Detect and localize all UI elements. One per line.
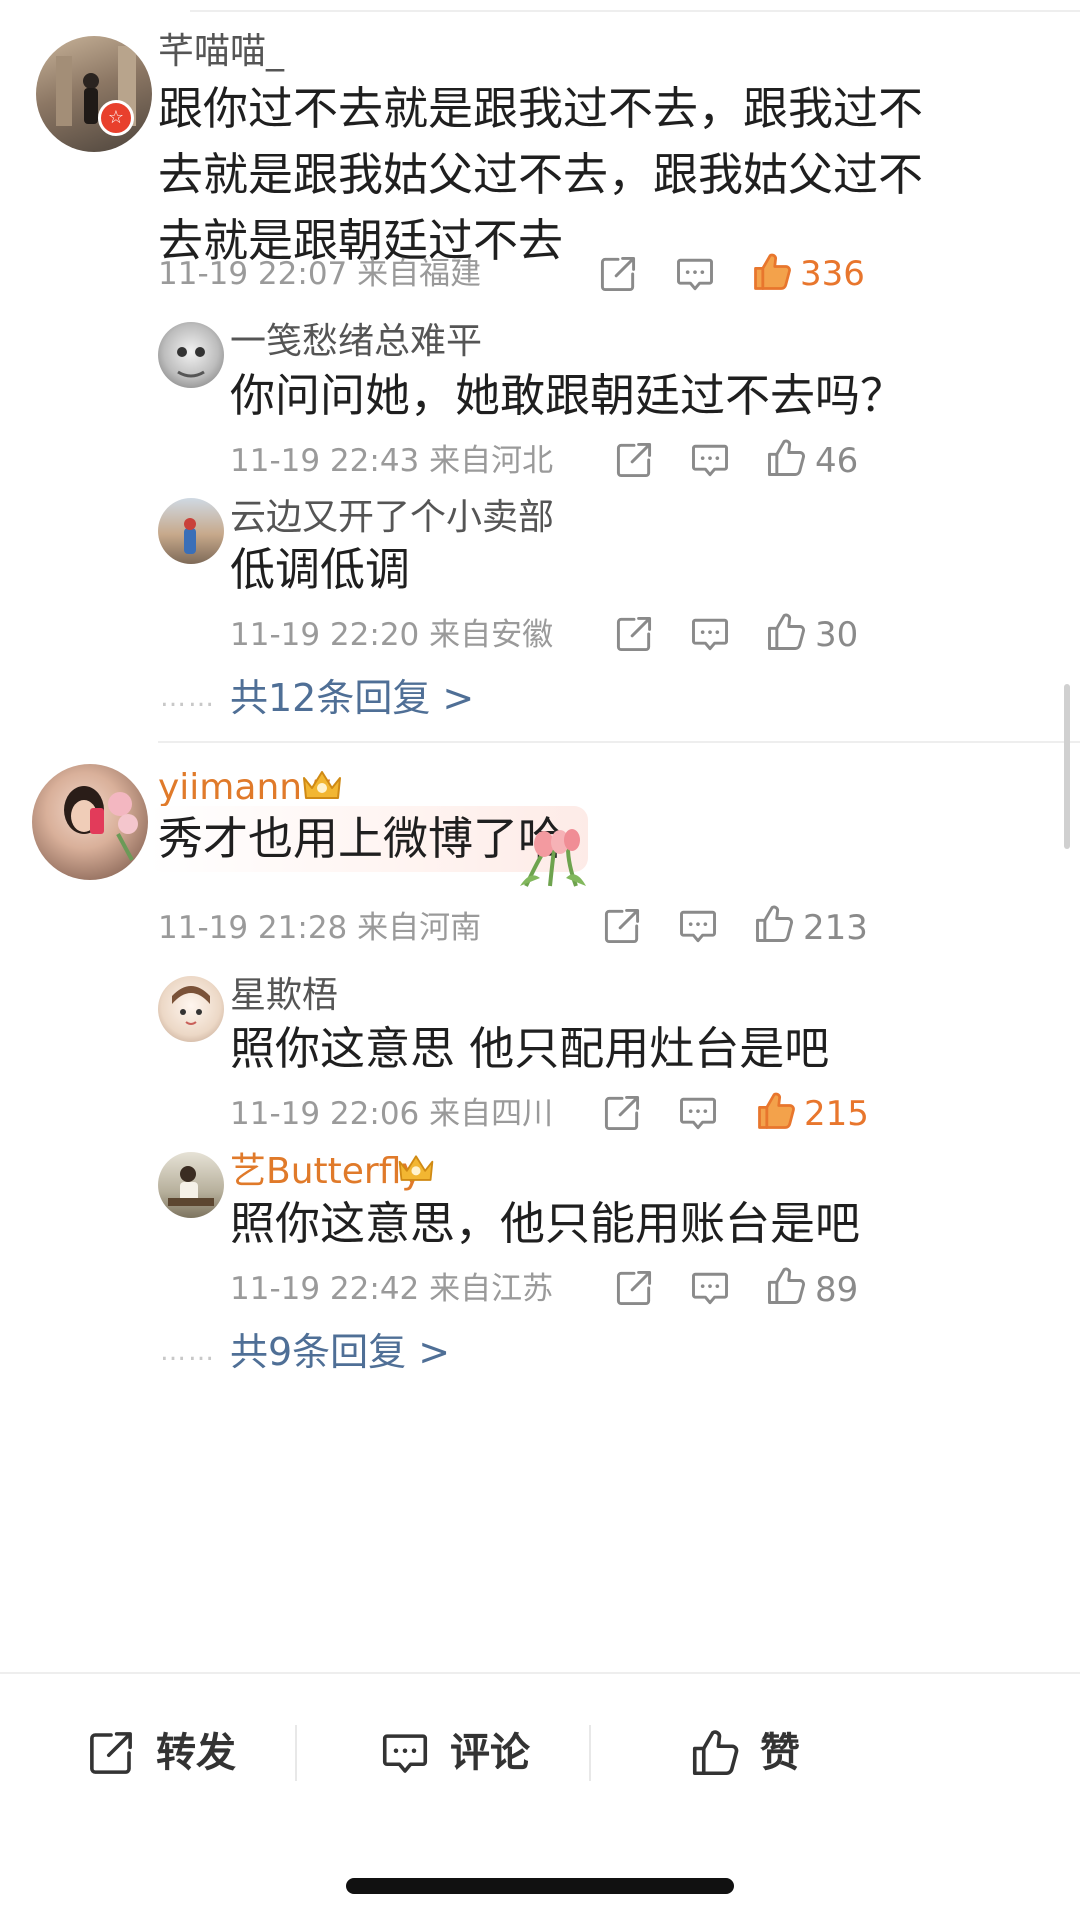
home-indicator[interactable] bbox=[346, 1878, 734, 1894]
reply-author[interactable]: 星欺梧 bbox=[230, 974, 338, 1018]
like-count: 213 bbox=[803, 908, 868, 948]
more-replies-link[interactable]: 共9条回复 > bbox=[230, 1330, 450, 1374]
reply-author[interactable]: 云边又开了个小卖部 bbox=[230, 496, 554, 540]
comment-icon[interactable] bbox=[676, 1091, 720, 1135]
reply-meta: 11-19 22:42 来自江苏 bbox=[230, 1271, 554, 1307]
like-count: 30 bbox=[815, 615, 859, 655]
like-icon[interactable] bbox=[764, 436, 808, 480]
bar-separator bbox=[589, 1725, 591, 1781]
like-icon[interactable] bbox=[764, 1264, 808, 1308]
comment-meta: 11-19 21:28 来自河南 bbox=[158, 910, 482, 946]
share-icon[interactable] bbox=[612, 438, 656, 482]
reply-author[interactable]: 一笺愁绪总难平 bbox=[230, 320, 482, 364]
comment-button[interactable]: 评论 bbox=[378, 1720, 530, 1786]
comment-icon[interactable] bbox=[688, 1266, 732, 1310]
like-count: 336 bbox=[800, 254, 865, 294]
share-icon[interactable] bbox=[600, 1091, 644, 1135]
reply-meta: 11-19 22:20 来自安徽 bbox=[230, 617, 554, 653]
comment-icon bbox=[378, 1726, 432, 1780]
reply-author[interactable]: 艺Butterfly bbox=[230, 1150, 423, 1194]
like-count: 89 bbox=[815, 1270, 859, 1310]
like-icon[interactable] bbox=[752, 902, 796, 946]
comment-line: 去就是跟我姑父过不去，跟我姑父过不 bbox=[158, 148, 924, 201]
reply-text: 低调低调 bbox=[230, 543, 411, 596]
avatar[interactable] bbox=[158, 976, 224, 1042]
repost-label: 转发 bbox=[156, 1730, 236, 1776]
scrollbar[interactable] bbox=[1064, 684, 1070, 849]
top-divider bbox=[190, 10, 1080, 12]
bar-separator bbox=[295, 1725, 297, 1781]
comment-text: 秀才也用上微博了哈 bbox=[158, 812, 564, 865]
comment-author[interactable]: 芊喵喵_ bbox=[158, 30, 284, 74]
repost-icon bbox=[84, 1726, 138, 1780]
vip-crown-icon bbox=[396, 1152, 436, 1186]
reply-text: 你问问她，她敢跟朝廷过不去吗？ bbox=[230, 369, 906, 422]
comment-icon[interactable] bbox=[688, 612, 732, 656]
comment-divider bbox=[158, 741, 1080, 743]
more-replies-link[interactable]: 共12条回复 > bbox=[230, 676, 474, 720]
vip-crown-icon bbox=[300, 768, 344, 804]
avatar[interactable] bbox=[158, 322, 224, 388]
like-count: 215 bbox=[804, 1094, 869, 1134]
like-button[interactable]: 赞 bbox=[688, 1720, 800, 1786]
comment-line: 跟你过不去就是跟我过不去，跟我过不 bbox=[158, 82, 924, 135]
comment-text: 跟你过不去就是跟我过不去，跟我过不 去就是跟我姑父过不去，跟我姑父过不 去就是跟… bbox=[158, 76, 1018, 274]
like-icon[interactable] bbox=[764, 610, 808, 654]
verified-badge-icon: ☆ bbox=[98, 100, 134, 136]
more-dots: …… bbox=[160, 1337, 216, 1367]
repost-button[interactable]: 转发 bbox=[84, 1720, 236, 1786]
share-icon[interactable] bbox=[596, 252, 640, 296]
avatar[interactable] bbox=[32, 764, 148, 880]
like-icon bbox=[688, 1726, 742, 1780]
comment-icon[interactable] bbox=[688, 438, 732, 482]
reply-text: 照你这意思，他只能用账台是吧 bbox=[230, 1197, 861, 1250]
like-label: 赞 bbox=[760, 1730, 800, 1776]
comment-label: 评论 bbox=[450, 1730, 530, 1776]
comment-icon[interactable] bbox=[676, 904, 720, 948]
tulip-decoration-icon bbox=[516, 826, 590, 888]
share-icon[interactable] bbox=[612, 1266, 656, 1310]
comment-icon[interactable] bbox=[673, 252, 717, 296]
reply-meta: 11-19 22:43 来自河北 bbox=[230, 443, 554, 479]
avatar[interactable] bbox=[36, 36, 152, 152]
like-icon[interactable] bbox=[750, 250, 794, 294]
more-dots: …… bbox=[160, 683, 216, 713]
avatar[interactable] bbox=[158, 1152, 224, 1218]
share-icon[interactable] bbox=[600, 904, 644, 948]
avatar[interactable] bbox=[158, 498, 224, 564]
comment-meta: 11-19 22:07 来自福建 bbox=[158, 256, 482, 292]
like-count: 46 bbox=[815, 441, 859, 481]
reply-text: 照你这意思 他只配用灶台是吧 bbox=[230, 1022, 830, 1075]
share-icon[interactable] bbox=[612, 612, 656, 656]
reply-meta: 11-19 22:06 来自四川 bbox=[230, 1096, 554, 1132]
like-icon[interactable] bbox=[754, 1089, 798, 1133]
